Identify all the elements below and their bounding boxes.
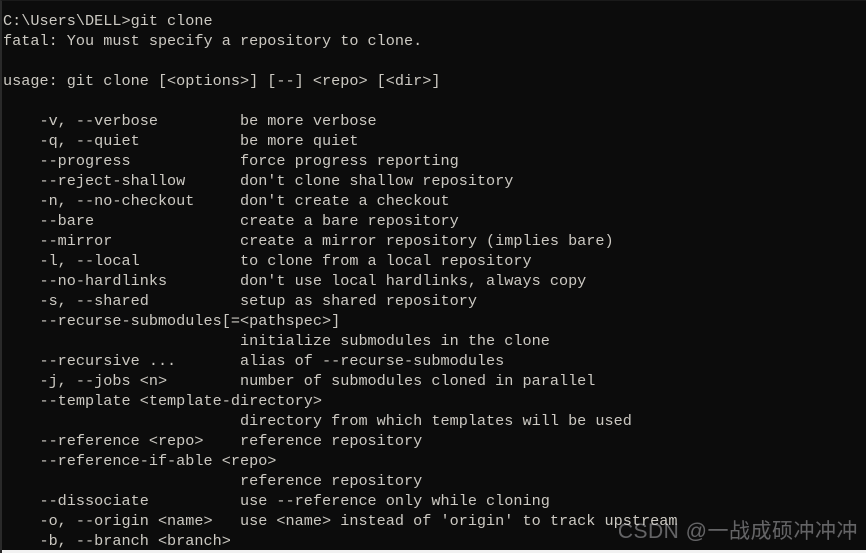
terminal-line: -l, --local to clone from a local reposi… — [3, 252, 532, 270]
terminal-line: initialize submodules in the clone — [3, 332, 550, 350]
terminal-line: directory from which templates will be u… — [3, 412, 632, 430]
terminal-line: --reject-shallow don't clone shallow rep… — [3, 172, 514, 190]
terminal-line: -j, --jobs <n> number of submodules clon… — [3, 372, 596, 390]
terminal-line: -n, --no-checkout don't create a checkou… — [3, 192, 450, 210]
terminal-line: --recursive ... alias of --recurse-submo… — [3, 352, 505, 370]
terminal-line: reference repository — [3, 472, 423, 490]
terminal-line: --recurse-submodules[=<pathspec>] — [3, 312, 341, 330]
terminal-output: C:\Users\DELL>git clone fatal: You must s… — [2, 11, 866, 551]
terminal-line: --no-hardlinks don't use local hardlinks… — [3, 272, 587, 290]
terminal-line: --bare create a bare repository — [3, 212, 459, 230]
terminal-line: -o, --origin <name> use <name> instead o… — [3, 512, 678, 530]
terminal-line: --progress force progress reporting — [3, 152, 459, 170]
terminal-line: --reference <repo> reference repository — [3, 432, 423, 450]
terminal-line: --mirror create a mirror repository (imp… — [3, 232, 614, 250]
terminal-window[interactable]: C:\Users\DELL>git clone fatal: You must s… — [0, 0, 866, 553]
terminal-line: --template <template-directory> — [3, 392, 322, 410]
terminal-line: C:\Users\DELL>git clone — [3, 12, 213, 30]
terminal-line: -b, --branch <branch> — [3, 532, 231, 550]
terminal-line: usage: git clone [<options>] [--] <repo>… — [3, 72, 441, 90]
terminal-line: --reference-if-able <repo> — [3, 452, 277, 470]
terminal-line: fatal: You must specify a repository to … — [3, 32, 423, 50]
terminal-line: --dissociate use --reference only while … — [3, 492, 550, 510]
terminal-line: -q, --quiet be more quiet — [3, 132, 359, 150]
terminal-line: -s, --shared setup as shared repository — [3, 292, 477, 310]
terminal-line: -v, --verbose be more verbose — [3, 112, 377, 130]
